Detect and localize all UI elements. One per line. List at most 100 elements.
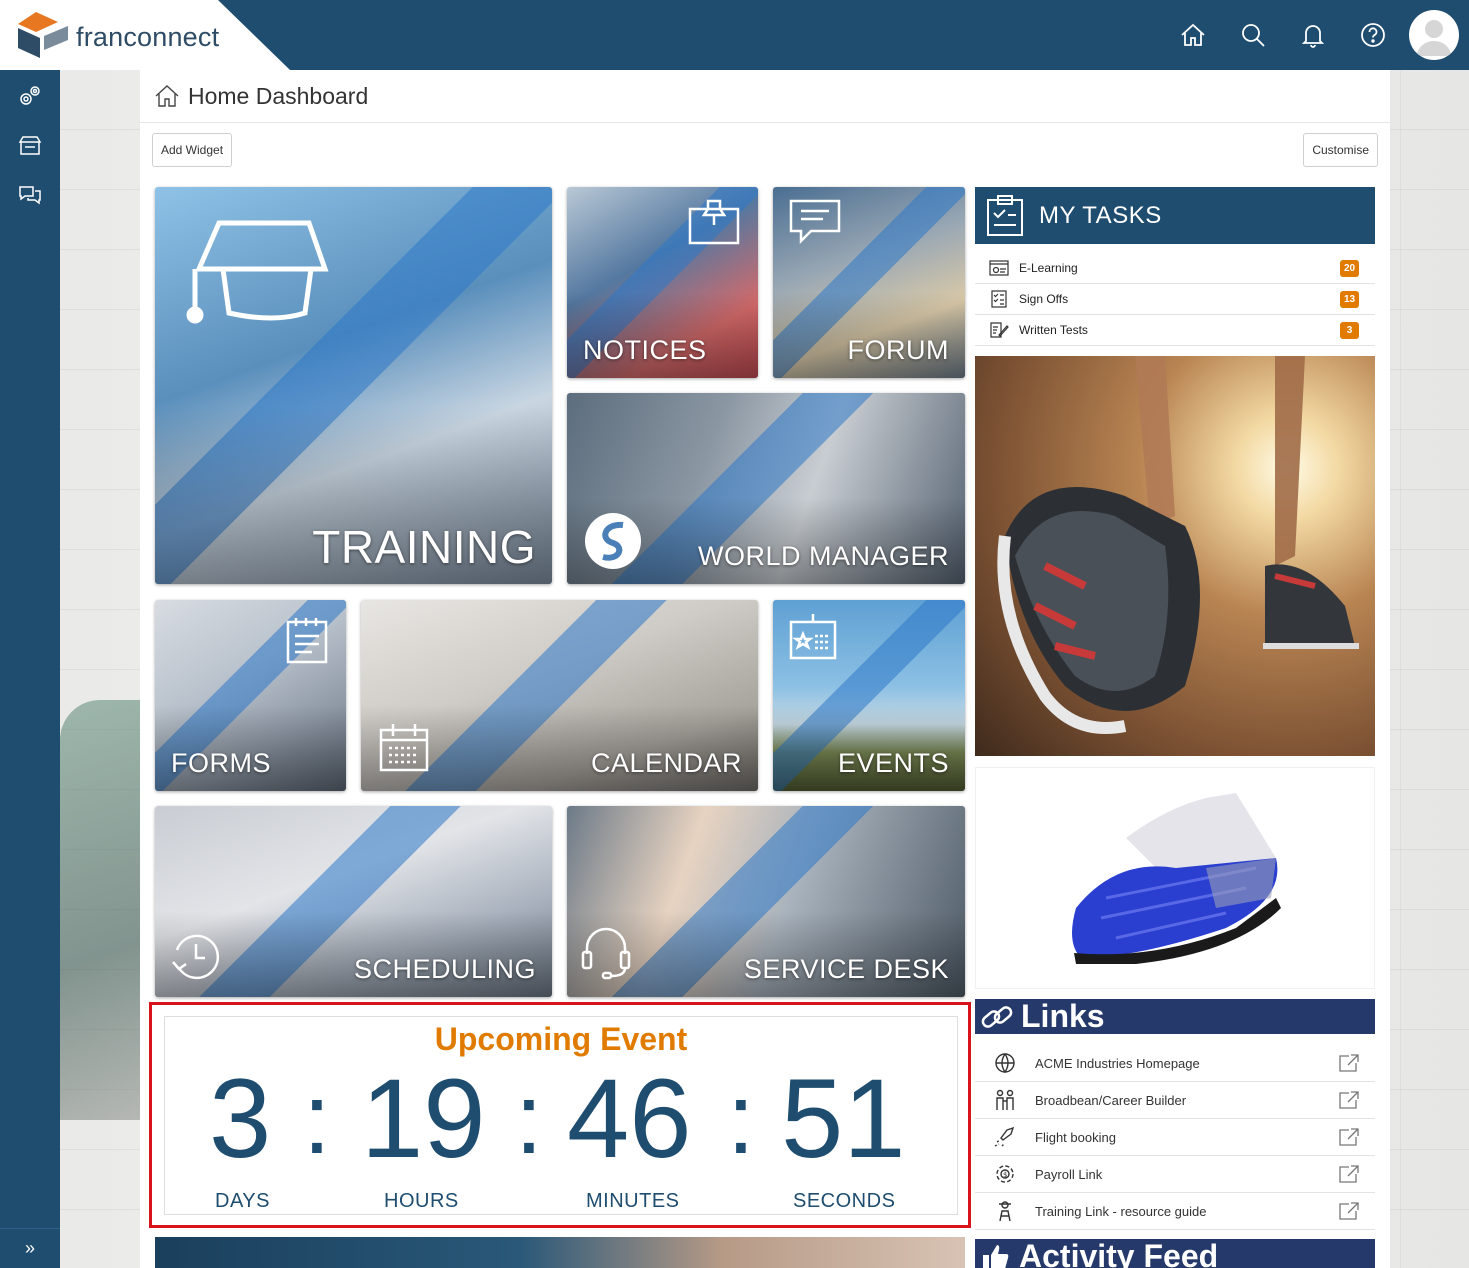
countdown-separator: : [727,1063,755,1175]
tile-label: EVENTS [837,748,949,778]
graduation-cap-icon [179,217,329,327]
thumbs-up-icon [983,1244,1009,1268]
search-icon[interactable] [1223,0,1283,70]
task-count-badge: 13 [1340,291,1359,308]
link-row[interactable]: Training Link - resource guide [975,1193,1375,1230]
avatar[interactable] [1409,10,1459,60]
tile-scheduling[interactable]: SCHEDULING [155,806,552,997]
task-row-sign-offs[interactable]: Sign Offs 13 [975,284,1375,315]
task-count-badge: 3 [1340,322,1359,339]
tile-training[interactable]: TRAINING [155,187,552,584]
clipboard-list-icon [286,616,328,664]
gears-icon[interactable] [0,72,60,121]
task-row-written-tests[interactable]: Written Tests 3 [975,315,1375,346]
links-header: Links [975,998,1375,1034]
countdown-minutes-label: MINUTES [586,1190,680,1212]
top-bar: franconnect [0,0,1469,70]
clipboard-check-icon [987,194,1023,236]
product-shoe-image [975,767,1375,989]
page-title: Home Dashboard [188,82,369,109]
activity-feed-header: Activity Feed [975,1238,1375,1268]
link-label[interactable]: ACME Industries Homepage [1035,1056,1200,1071]
external-link-icon[interactable] [1339,1165,1359,1183]
tile-notices[interactable]: NOTICES [567,187,758,378]
home-icon[interactable] [1163,0,1223,70]
tile-label: TRAINING [312,521,536,573]
page-header: Home Dashboard [140,70,1390,123]
pin-board-icon [688,199,740,245]
home-outline-icon [155,85,179,107]
link-row[interactable]: Broadbean/Career Builder [975,1082,1375,1119]
globe-icon [995,1053,1015,1074]
speech-bubble-icon [789,199,841,245]
link-label[interactable]: Broadbean/Career Builder [1035,1093,1186,1108]
task-count-badge: 20 [1340,260,1359,277]
sidebar-expand-button[interactable]: » [0,1228,60,1268]
people-icon [996,1089,1014,1110]
link-row[interactable]: $ Payroll Link [975,1156,1375,1193]
add-widget-button[interactable]: Add Widget [152,133,233,167]
customise-button[interactable]: Customise [1303,133,1378,167]
pen-paper-icon [990,322,1009,338]
help-icon[interactable] [1343,0,1403,70]
countdown-hours: 19 [361,1056,486,1181]
bell-icon[interactable] [1283,0,1343,70]
plane-icon [994,1126,1015,1147]
headset-icon [581,926,631,980]
external-link-icon[interactable] [1339,1202,1359,1220]
my-tasks-title: MY TASKS [1039,201,1162,229]
brand-name: franconnect [76,22,220,52]
store-icon[interactable] [0,121,60,170]
tile-label: WORLD MANAGER [697,541,949,571]
link-label[interactable]: Flight booking [1035,1130,1116,1145]
svg-text:$: $ [1003,1171,1007,1179]
link-label[interactable]: Training Link - resource guide [1035,1204,1207,1219]
tile-forum[interactable]: FORUM [773,187,965,378]
task-label: E-Learning [1019,261,1078,275]
clock-refresh-icon [171,932,221,982]
bottom-banner-image[interactable] [155,1237,965,1268]
star-calendar-icon [789,612,837,660]
tile-world-manager[interactable]: WORLD MANAGER [567,393,965,584]
countdown-separator: : [303,1063,331,1175]
countdown-days-label: DAYS [215,1190,270,1212]
tile-label: SERVICE DESK [743,954,949,984]
chat-icon[interactable] [0,170,60,219]
countdown-minutes: 46 [567,1056,692,1181]
link-row[interactable]: Flight booking [975,1119,1375,1156]
world-manager-logo-icon [583,511,643,571]
tile-events[interactable]: EVENTS [773,600,965,791]
franconnect-logo-icon [18,12,68,58]
task-row-e-learning[interactable]: E-Learning 20 [975,253,1375,284]
external-link-icon[interactable] [1339,1054,1359,1072]
chain-link-icon [981,1005,1013,1028]
tile-label: SCHEDULING [353,954,536,984]
external-link-icon[interactable] [1339,1091,1359,1109]
main-panel: Home Dashboard Add Widget Customise TRAI… [140,70,1390,1268]
running-shoe-photo [975,356,1375,756]
countdown-seconds-label: SECONDS [793,1190,896,1212]
checklist-icon [991,290,1007,308]
tile-calendar[interactable]: CALENDAR [361,600,758,791]
countdown-days: 3 [209,1056,272,1181]
external-link-icon[interactable] [1339,1128,1359,1146]
countdown-hours-label: HOURS [384,1190,459,1212]
activity-feed-title: Activity Feed [1019,1238,1219,1268]
countdown-title: Upcoming Event [434,1021,688,1057]
my-tasks-header: MY TASKS [975,187,1375,244]
tile-forms[interactable]: FORMS [155,600,346,791]
link-row[interactable]: ACME Industries Homepage [975,1045,1375,1082]
countdown-seconds: 51 [781,1056,906,1181]
logo[interactable]: franconnect [0,0,290,70]
tile-label: NOTICES [583,335,707,365]
task-label: Sign Offs [1019,292,1069,306]
tile-service-desk[interactable]: SERVICE DESK [567,806,965,997]
background-plant [60,700,150,1120]
links-title: Links [1021,998,1105,1034]
runner-illustration [997,356,1359,734]
countdown-inner: Upcoming Event 3 : 19 : 46 : 51 DAYS HOU… [164,1016,958,1215]
link-label[interactable]: Payroll Link [1035,1167,1102,1182]
tile-label: CALENDAR [590,748,742,778]
task-label: Written Tests [1019,323,1088,337]
tile-label: FORMS [171,748,271,778]
